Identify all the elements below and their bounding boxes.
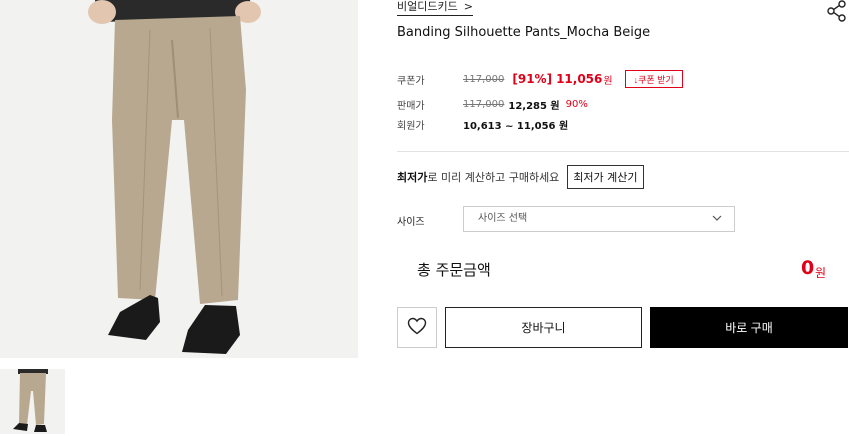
brand-name: 비얼디드키드: [397, 0, 458, 13]
product-title: Banding Silhouette Pants_Mocha Beige: [397, 25, 651, 40]
coupon-price-row: 쿠폰가 117,000 [91%] 11,056 원 ↓쿠폰 받기: [397, 70, 683, 88]
brand-link[interactable]: 비얼디드키드 >: [397, 0, 473, 16]
size-select-placeholder: 사이즈 선택: [478, 213, 528, 224]
lowest-price-text: 로 미리 계산하고 구매하세요: [427, 171, 560, 184]
member-price: 10,613 ~ 11,056 원: [463, 121, 569, 132]
coupon-original-price: 117,000: [463, 73, 505, 85]
coupon-price-label: 쿠폰가: [397, 75, 425, 87]
size-label: 사이즈: [397, 217, 425, 228]
product-main-image: [0, 0, 358, 358]
sale-price-row: 판매가 117,000 12,285 원 90%: [397, 97, 588, 112]
coupon-price: 11,056: [556, 72, 603, 86]
coupon-discount-rate: [91%]: [512, 72, 553, 86]
sale-discount-rate: 90%: [565, 99, 588, 110]
share-icon[interactable]: [826, 0, 848, 22]
total-amount-value: 0: [801, 257, 815, 279]
chevron-down-icon: [712, 207, 722, 231]
size-select[interactable]: 사이즈 선택: [463, 206, 735, 232]
sale-original-price: 117,000: [463, 99, 505, 110]
lowest-price-calculator-button[interactable]: 최저가 계산기: [567, 165, 644, 189]
sale-price: 12,285 원: [508, 101, 560, 112]
get-coupon-button[interactable]: ↓쿠폰 받기: [624, 70, 683, 88]
member-price-row: 회원가 10,613 ~ 11,056 원: [397, 117, 568, 132]
add-to-cart-button[interactable]: 장바구니: [445, 307, 642, 348]
product-thumbnail[interactable]: [0, 369, 65, 434]
heart-icon: [407, 317, 427, 339]
total-amount-label: 총 주문금액: [417, 261, 491, 279]
sale-price-label: 판매가: [397, 101, 425, 112]
lowest-price-row: 최저가 로 미리 계산하고 구매하세요 최저가 계산기: [397, 165, 644, 189]
total-amount-unit: 원: [815, 266, 827, 280]
coupon-price-unit: 원: [603, 75, 613, 87]
lowest-price-bold: 최저가: [397, 171, 428, 184]
member-price-label: 회원가: [397, 121, 425, 132]
divider: [397, 151, 849, 152]
buy-now-button[interactable]: 바로 구매: [650, 307, 848, 348]
chevron-right-icon: >: [463, 0, 473, 13]
wishlist-button[interactable]: [397, 307, 437, 348]
